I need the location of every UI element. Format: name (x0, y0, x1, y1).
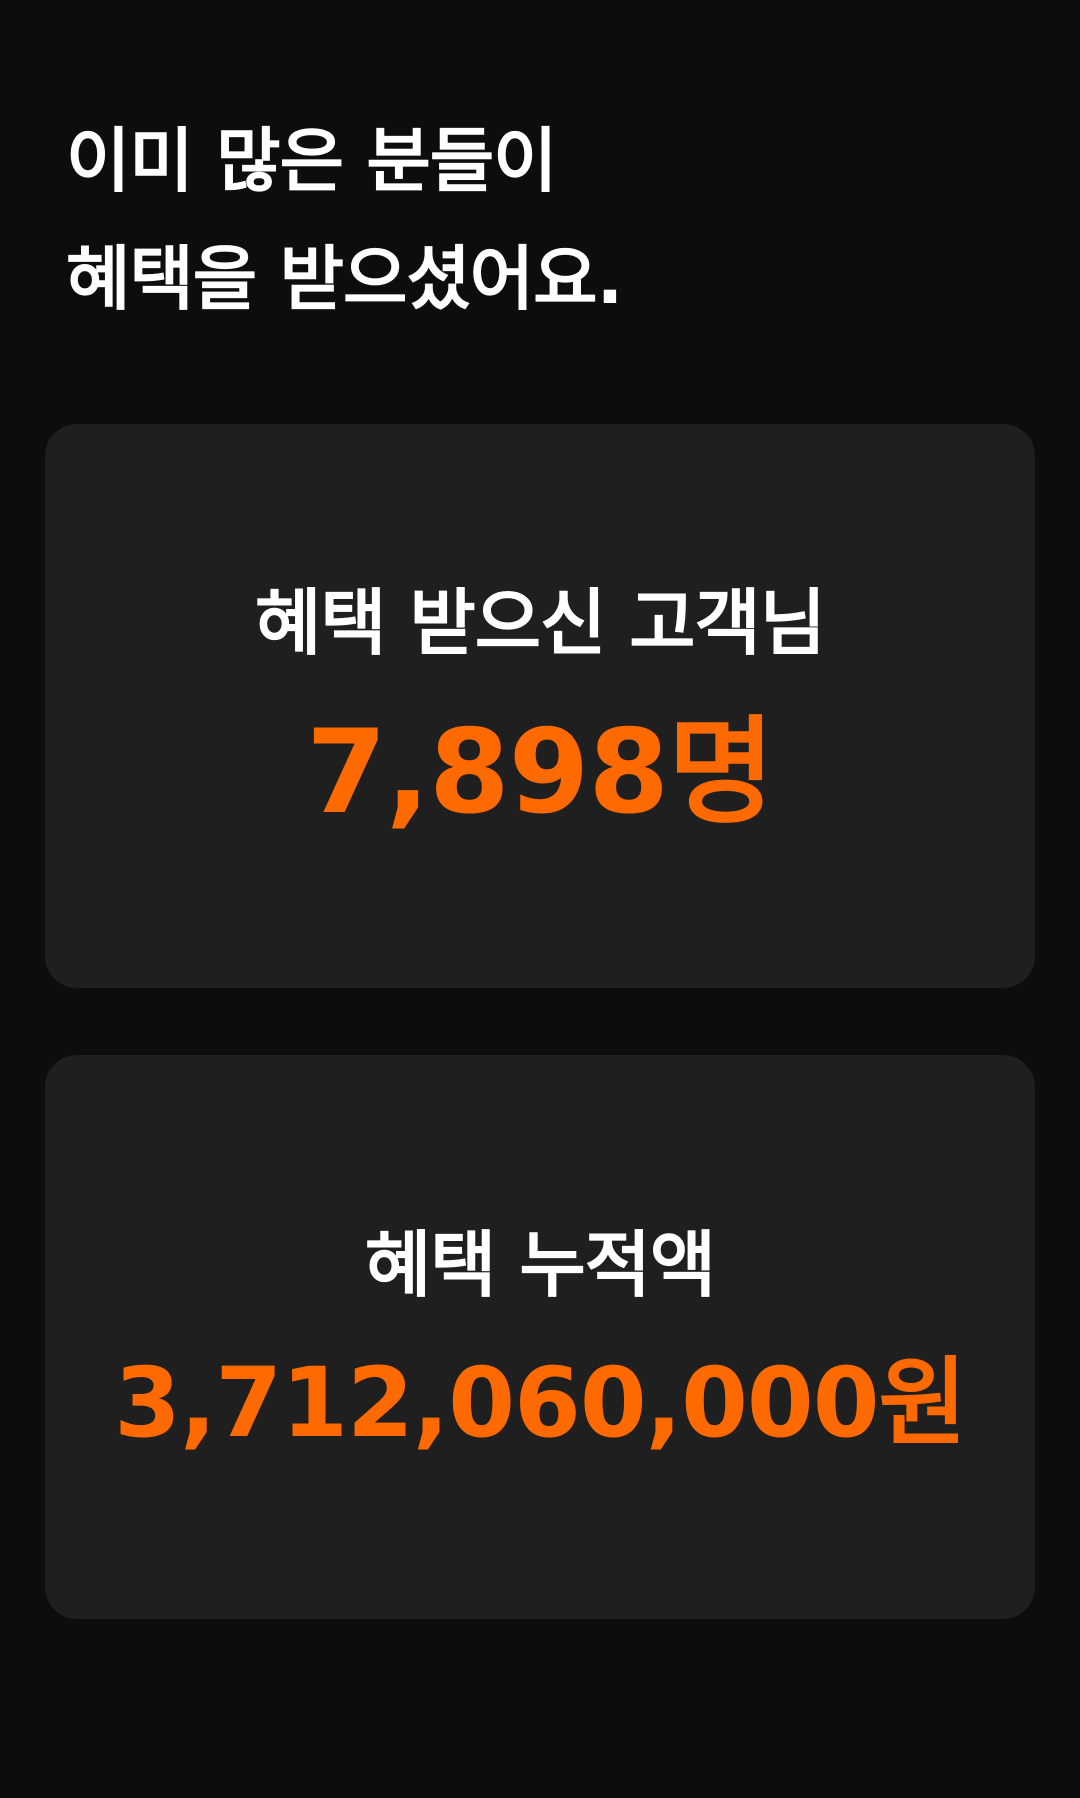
headline-line-1: 이미 많은 분들이 (66, 120, 558, 202)
page-headline: 이미 많은 분들이 혜택을 받으셨어요. (66, 102, 623, 338)
headline-line-2: 혜택을 받으셨어요. (66, 238, 623, 320)
customers-benefited-count: 7,898명 (306, 705, 775, 841)
benefits-summary-page: 이미 많은 분들이 혜택을 받으셨어요. 혜택 받으신 고객님 7,898명 혜… (0, 0, 1080, 1798)
cumulative-benefit-label: 혜택 누적액 (364, 1223, 716, 1308)
cumulative-benefit-card: 혜택 누적액 3,712,060,000원 (45, 1055, 1035, 1619)
customers-benefited-card: 혜택 받으신 고객님 7,898명 (45, 424, 1035, 988)
customers-benefited-label: 혜택 받으신 고객님 (254, 581, 826, 666)
cumulative-benefit-amount: 3,712,060,000원 (114, 1347, 967, 1460)
